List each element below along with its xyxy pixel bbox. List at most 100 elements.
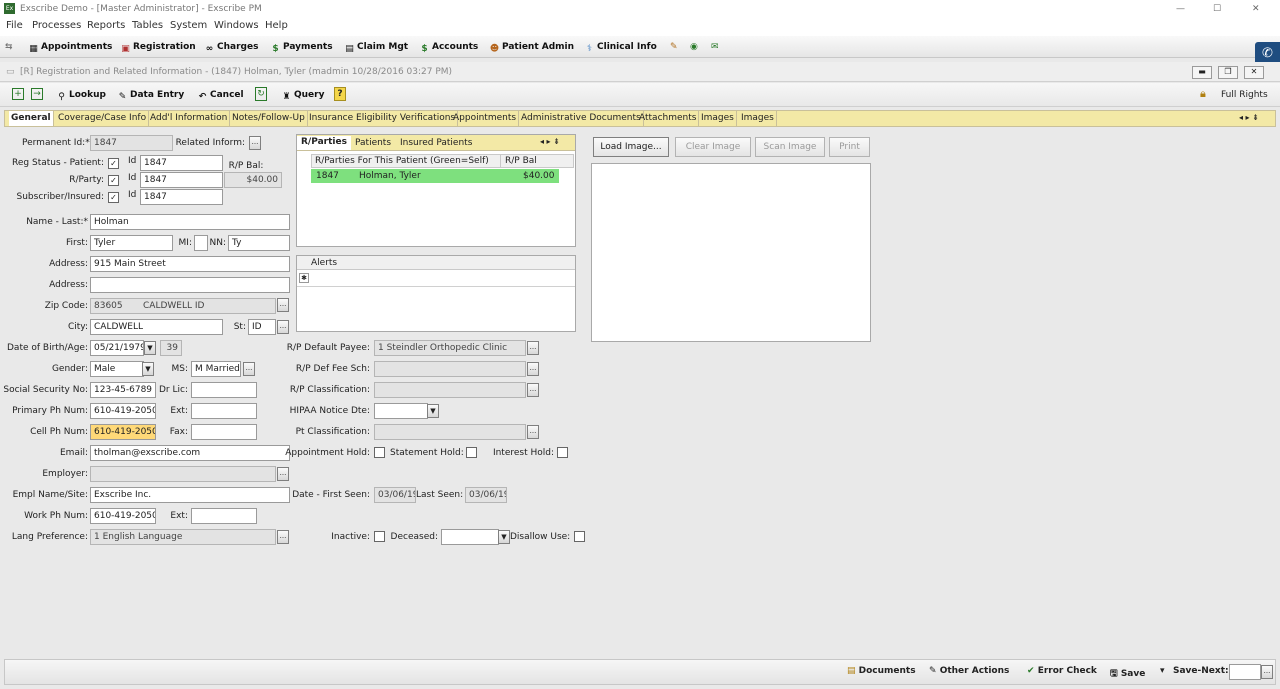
save-next-lookup-button[interactable]: ... bbox=[1261, 665, 1273, 679]
help-button[interactable]: ? bbox=[334, 87, 346, 101]
inactive-checkbox[interactable] bbox=[374, 531, 385, 542]
subwindow-close-button[interactable]: ✕ bbox=[1244, 66, 1264, 79]
payments-button[interactable]: $ Payments bbox=[270, 39, 332, 55]
pt-classification-field[interactable] bbox=[374, 424, 526, 440]
charges-button[interactable]: ∞ Charges bbox=[204, 39, 259, 55]
hipaa-date-field[interactable] bbox=[374, 403, 428, 419]
tab-addl-information[interactable]: Add'l Information bbox=[148, 111, 231, 126]
subwindow-restore-button[interactable]: ❐ bbox=[1218, 66, 1238, 79]
patient-admin-button[interactable]: ☻ Patient Admin bbox=[489, 39, 574, 55]
tab-scroll-icon[interactable]: ◂ ▸ ⇟ bbox=[1239, 112, 1259, 124]
name-last-field[interactable]: Holman bbox=[90, 214, 290, 230]
tab-appointments[interactable]: Appointments bbox=[451, 111, 520, 126]
menu-windows[interactable]: Windows bbox=[214, 20, 259, 31]
tab-administrative-documents[interactable]: Administrative Documents bbox=[519, 111, 644, 126]
def-fee-field[interactable] bbox=[374, 361, 526, 377]
def-fee-lookup-button[interactable]: ... bbox=[527, 362, 539, 376]
lang-field[interactable]: 1 English Language bbox=[90, 529, 276, 545]
marital-status-field[interactable]: M Married bbox=[191, 361, 241, 377]
default-payee-field[interactable]: 1 Steindler Orthopedic Clinic bbox=[374, 340, 526, 356]
gender-dropdown-button[interactable]: ▼ bbox=[142, 362, 154, 376]
tab-notes-followup[interactable]: Notes/Follow-Up bbox=[230, 111, 308, 126]
employer-lookup-button[interactable]: ... bbox=[277, 467, 289, 481]
work-ext-field[interactable] bbox=[191, 508, 257, 524]
primary-phone-field[interactable]: 610-419-2050 bbox=[90, 403, 156, 419]
save-dropdown-icon[interactable]: ▾ bbox=[1160, 666, 1165, 676]
dob-field[interactable]: 05/21/1979 bbox=[90, 340, 144, 356]
ssn-field[interactable]: 123-45-6789 bbox=[90, 382, 156, 398]
empl-name-field[interactable]: Exscribe Inc. bbox=[90, 487, 290, 503]
deceased-date-field[interactable] bbox=[441, 529, 499, 545]
menu-processes[interactable]: Processes bbox=[32, 20, 81, 31]
tab-coverage[interactable]: Coverage/Case Info bbox=[56, 111, 150, 126]
address1-field[interactable]: 915 Main Street bbox=[90, 256, 290, 272]
other-actions-button[interactable]: ✎ Other Actions bbox=[929, 666, 1009, 676]
menu-tables[interactable]: Tables bbox=[132, 20, 163, 31]
rparty-id-field[interactable]: 1847 bbox=[140, 172, 223, 188]
save-next-field[interactable] bbox=[1229, 664, 1261, 680]
employer-field[interactable] bbox=[90, 466, 276, 482]
subwindow-minimize-button[interactable]: ▬ bbox=[1192, 66, 1212, 79]
first-name-field[interactable]: Tyler bbox=[90, 235, 173, 251]
deceased-dropdown-button[interactable]: ▼ bbox=[498, 530, 510, 544]
add-record-button[interactable]: + bbox=[12, 88, 24, 100]
accounts-button[interactable]: $ Accounts bbox=[419, 39, 478, 55]
next-record-button[interactable]: → bbox=[31, 88, 43, 100]
subscriber-checkbox[interactable]: ✓ bbox=[108, 192, 119, 203]
scan-image-button[interactable]: Scan Image bbox=[755, 137, 825, 157]
tools-icon[interactable]: ✎ bbox=[670, 39, 678, 55]
cell-phone-field[interactable]: 610-419-2050 bbox=[90, 424, 156, 440]
mail-icon[interactable]: ✉ bbox=[711, 39, 719, 55]
state-lookup-button[interactable]: ... bbox=[277, 320, 289, 334]
load-image-button[interactable]: Load Image... bbox=[593, 137, 669, 157]
lang-lookup-button[interactable]: ... bbox=[277, 530, 289, 544]
tab-rparties[interactable]: R/Parties bbox=[297, 136, 351, 150]
default-payee-lookup-button[interactable]: ... bbox=[527, 341, 539, 355]
tab-insurance-eligibility[interactable]: Insurance Eligibility Verifications bbox=[307, 111, 459, 126]
maximize-button[interactable]: ☐ bbox=[1213, 3, 1221, 15]
refresh-icon[interactable]: ↻ bbox=[255, 87, 267, 101]
tab-images-2[interactable]: Images bbox=[739, 111, 777, 126]
alerts-new-row-icon[interactable]: ✱ bbox=[299, 273, 309, 283]
address2-field[interactable] bbox=[90, 277, 290, 293]
gender-select[interactable]: Male bbox=[90, 361, 144, 377]
reg-status-patient-checkbox[interactable]: ✓ bbox=[108, 158, 119, 169]
tab-general[interactable]: General bbox=[9, 111, 54, 126]
error-check-button[interactable]: ✔ Error Check bbox=[1027, 666, 1097, 676]
rparties-scroll-icon[interactable]: ◂ ▸ ⇟ bbox=[540, 136, 560, 148]
marital-status-lookup-button[interactable]: ... bbox=[243, 362, 255, 376]
table-row[interactable]: 1847 Holman, Tyler $40.00 bbox=[311, 169, 559, 183]
claim-mgt-button[interactable]: ▤ Claim Mgt bbox=[344, 39, 408, 55]
save-button[interactable]: 🖫︎ Save bbox=[1110, 666, 1145, 682]
zip-field[interactable]: 83605 CALDWELL ID bbox=[90, 298, 276, 314]
rparty-checkbox[interactable]: ✓ bbox=[108, 175, 119, 186]
appointments-button[interactable]: ▦ Appointments bbox=[28, 39, 112, 55]
clear-image-button[interactable]: Clear Image bbox=[675, 137, 751, 157]
minimize-button[interactable]: — bbox=[1176, 3, 1185, 15]
fax-field[interactable] bbox=[191, 424, 257, 440]
state-field[interactable]: ID bbox=[248, 319, 276, 335]
menu-file[interactable]: File bbox=[6, 20, 23, 31]
related-inform-button[interactable]: ... bbox=[249, 136, 261, 150]
tab-patients[interactable]: Patients bbox=[355, 137, 391, 149]
menu-reports[interactable]: Reports bbox=[87, 20, 125, 31]
dob-dropdown-button[interactable]: ▼ bbox=[144, 341, 156, 355]
nickname-field[interactable]: Ty bbox=[228, 235, 290, 251]
disallow-checkbox[interactable] bbox=[574, 531, 585, 542]
tab-attachments[interactable]: Attachments bbox=[637, 111, 700, 126]
lookup-button[interactable]: ⚲ Lookup bbox=[56, 87, 106, 103]
tab-images-1[interactable]: Images bbox=[699, 111, 737, 126]
menu-help[interactable]: Help bbox=[265, 20, 288, 31]
appt-hold-checkbox[interactable] bbox=[374, 447, 385, 458]
pt-classification-lookup-button[interactable]: ... bbox=[527, 425, 539, 439]
mi-field[interactable] bbox=[194, 235, 208, 251]
zip-lookup-button[interactable]: ... bbox=[277, 298, 289, 312]
email-field[interactable]: tholman@exscribe.com bbox=[90, 445, 290, 461]
tab-insured-patients[interactable]: Insured Patients bbox=[400, 137, 472, 149]
primary-ext-field[interactable] bbox=[191, 403, 257, 419]
drlic-field[interactable] bbox=[191, 382, 257, 398]
data-entry-button[interactable]: ✎ Data Entry bbox=[117, 87, 185, 103]
work-phone-field[interactable]: 610-419-2050 bbox=[90, 508, 156, 524]
stmt-hold-checkbox[interactable] bbox=[466, 447, 477, 458]
cancel-button[interactable]: ↶ Cancel bbox=[197, 87, 244, 103]
